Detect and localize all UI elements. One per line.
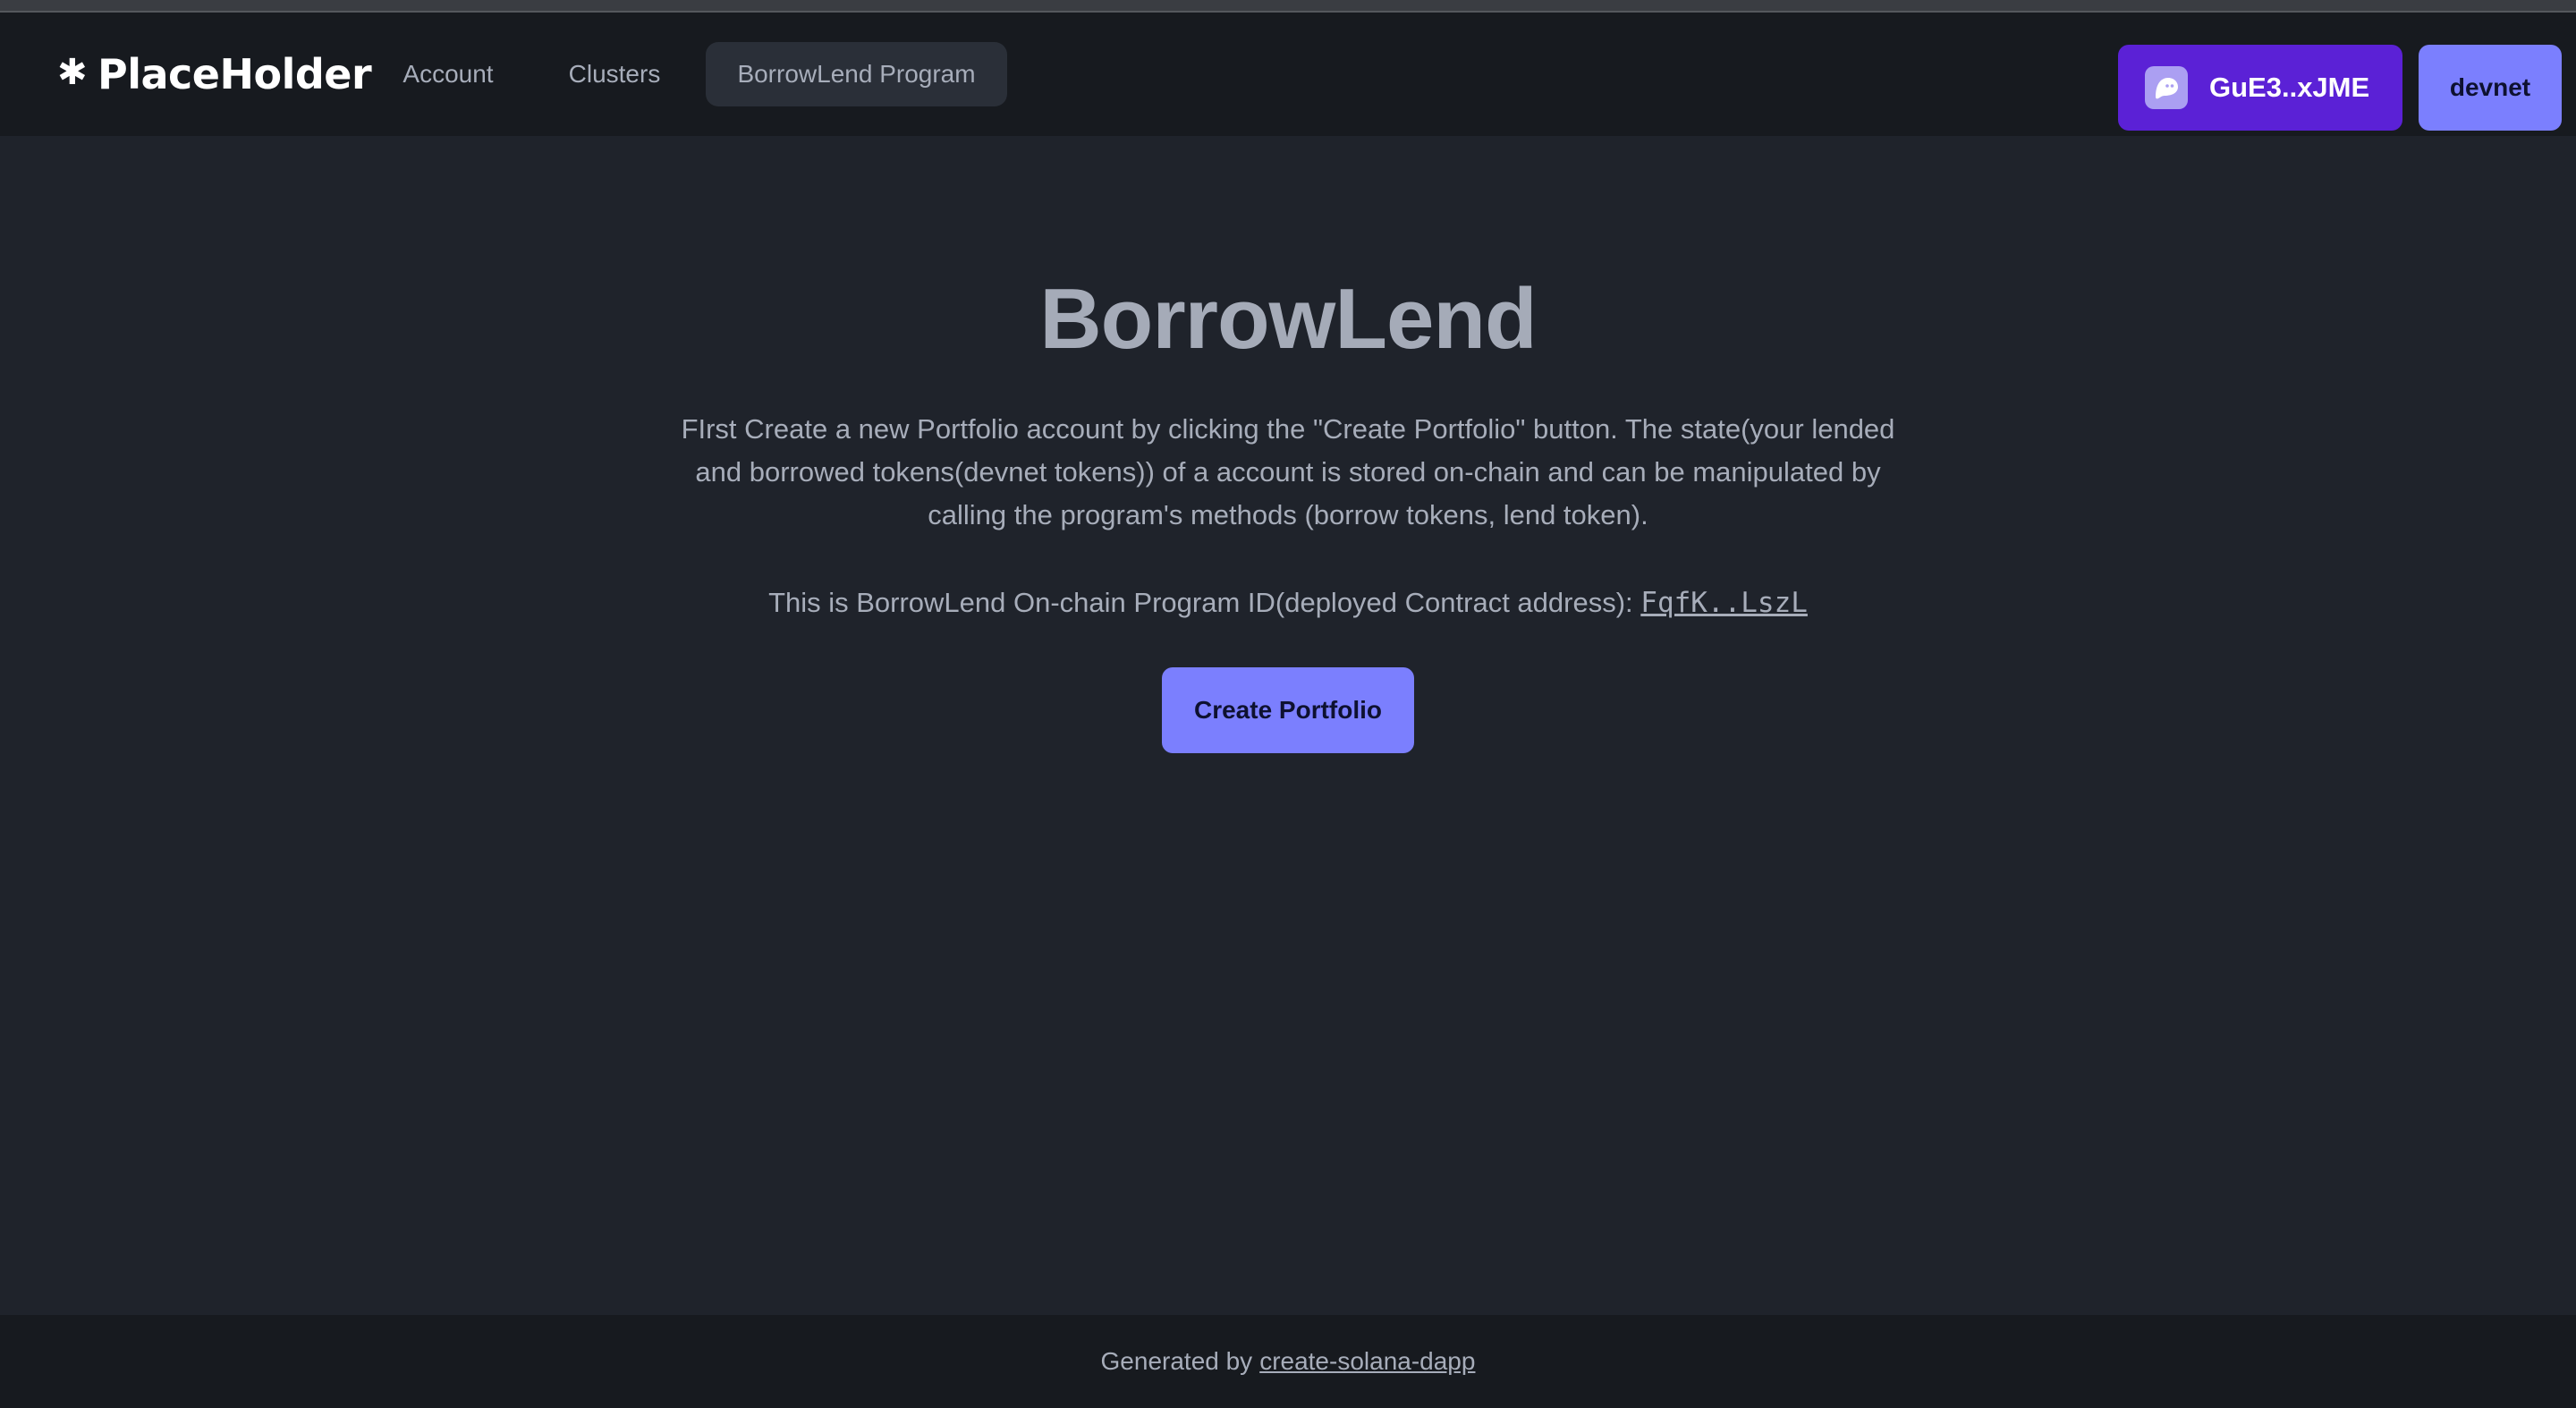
- phantom-ghost-icon: [2145, 66, 2188, 109]
- program-id-label: This is BorrowLend On-chain Program ID(d…: [768, 587, 1633, 618]
- asterisk-icon: ✱: [57, 52, 88, 93]
- brand-name: PlaceHolder: [97, 50, 372, 98]
- brand-logo[interactable]: ✱ PlaceHolder: [57, 13, 372, 136]
- wallet-address: GuE3..xJME: [2209, 72, 2370, 103]
- create-portfolio-button[interactable]: Create Portfolio: [1162, 667, 1414, 753]
- cluster-button[interactable]: devnet: [2419, 45, 2562, 131]
- wallet-button[interactable]: GuE3..xJME: [2118, 45, 2402, 131]
- nav-link-borrowlend-program[interactable]: BorrowLend Program: [706, 42, 1007, 106]
- browser-top-strip: [0, 0, 2576, 13]
- page-title: BorrowLend: [1039, 271, 1537, 367]
- footer-text: Generated by: [1100, 1347, 1253, 1375]
- nav-link-account[interactable]: Account: [379, 42, 517, 106]
- footer-link[interactable]: create-solana-dapp: [1259, 1347, 1475, 1376]
- program-id-line: This is BorrowLend On-chain Program ID(d…: [0, 581, 2576, 624]
- navbar: ✱ PlaceHolder Account Clusters BorrowLen…: [0, 13, 2576, 136]
- program-id-link[interactable]: FqfK..LszL: [1640, 587, 1808, 619]
- main-content: BorrowLend FIrst Create a new Portfolio …: [0, 136, 2576, 1315]
- footer: Generated by create-solana-dapp: [0, 1315, 2576, 1408]
- page-description: FIrst Create a new Portfolio account by …: [681, 413, 1895, 530]
- nav-link-clusters[interactable]: Clusters: [546, 42, 683, 106]
